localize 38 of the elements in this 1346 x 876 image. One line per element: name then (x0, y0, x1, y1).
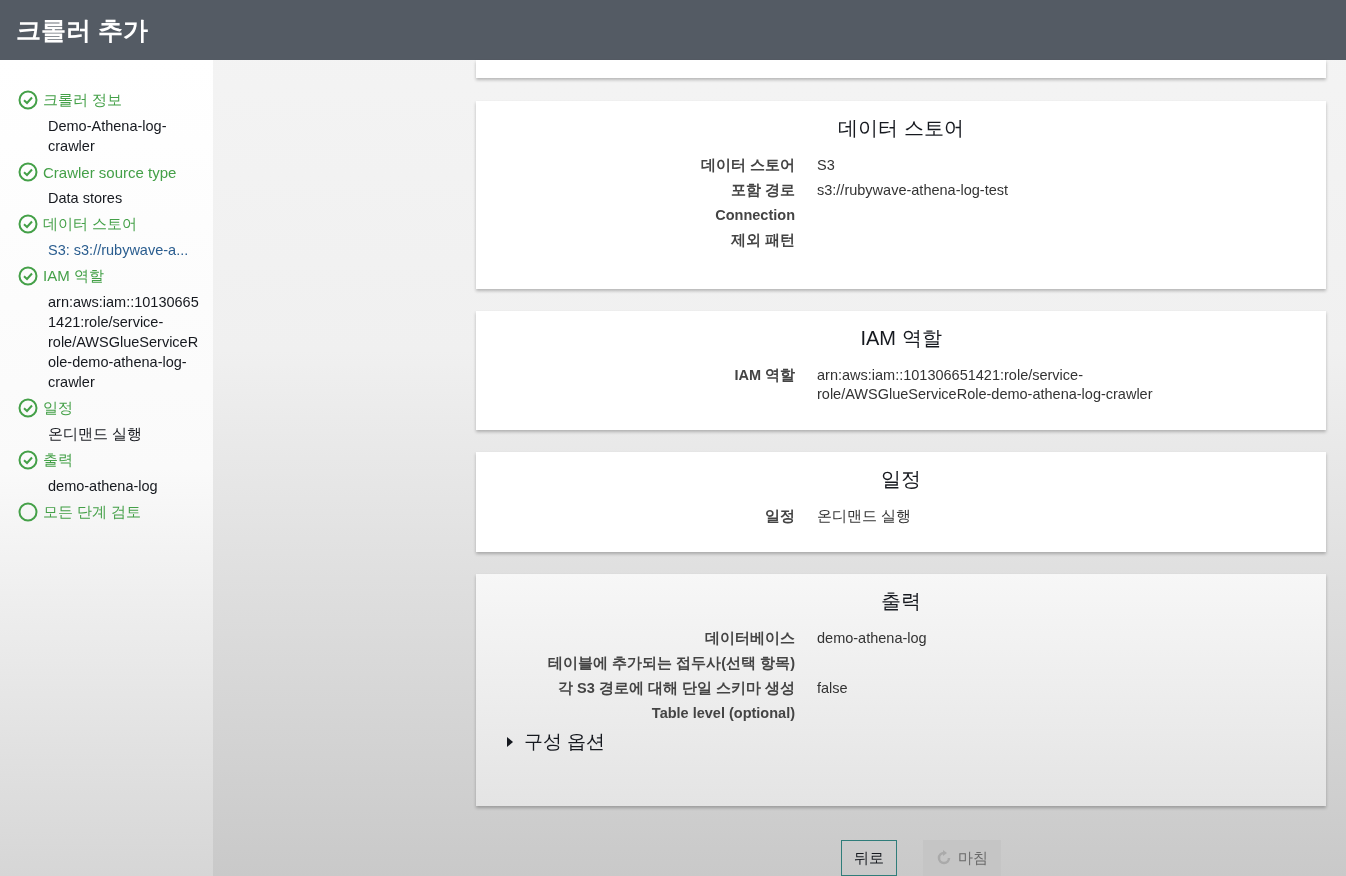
step-detail: arn:aws:iam::101306651421:role/service-role/AWSGlueServiceRole-demo-athena-log-crawler (47, 293, 200, 392)
field-label: Table level (optional) (651, 704, 795, 723)
field-label: 일정 (765, 507, 795, 526)
step-label[interactable]: 출력 (43, 450, 73, 470)
step-label[interactable]: 데이터 스토어 (43, 214, 138, 234)
back-button[interactable]: 뒤로 (841, 840, 897, 876)
field-label: 테이블에 추가되는 접두사(선택 항목) (548, 654, 795, 673)
step-label[interactable]: IAM 역할 (43, 266, 104, 286)
step-detail: demo-athena-log (47, 477, 159, 496)
options-expander[interactable]: 구성 옵션 (506, 729, 606, 755)
step-link[interactable]: S3: s3://rubywave-a... (48, 242, 189, 258)
field-value: s3://rubywave-athena-log-test (817, 181, 1009, 200)
field-label: 데이터베이스 (705, 629, 795, 648)
spinner-icon (936, 850, 952, 866)
caret-right-icon (506, 737, 514, 747)
field-label: 각 S3 경로에 대해 단일 스키마 생성 (558, 679, 795, 698)
section-title: 출력 (880, 589, 922, 614)
field-value: false (817, 679, 849, 698)
field-value: demo-athena-log (817, 629, 928, 648)
field-value: arn:aws:iam::101306651421:role/service-role/AWSGlueServiceRole-demo-athena-log-crawler (817, 366, 1154, 404)
page-title: 크롤러 추가 (16, 14, 148, 46)
field-label: 제외 패턴 (730, 231, 795, 250)
field-value: S3 (817, 156, 836, 175)
section-title: 데이터 스토어 (837, 116, 965, 141)
field-value: 온디맨드 실행 (817, 507, 913, 526)
field-label: IAM 역할 (734, 366, 795, 385)
field-label: Connection (715, 206, 795, 225)
step-detail: 온디맨드 실행 (47, 425, 144, 444)
step-label[interactable]: Crawler source type (43, 163, 177, 181)
section-title: 일정 (880, 467, 922, 492)
step-detail: Data stores (47, 189, 124, 208)
step-label[interactable]: 크롤러 정보 (43, 90, 123, 110)
step-label[interactable]: 일정 (43, 398, 73, 418)
step-detail: Demo-Athena-log-crawler (47, 117, 168, 156)
step-label[interactable]: 모든 단계 검토 (43, 502, 142, 522)
field-label: 데이터 스토어 (700, 156, 795, 175)
field-label: 포함 경로 (730, 181, 795, 200)
section-title: IAM 역할 (859, 326, 943, 351)
